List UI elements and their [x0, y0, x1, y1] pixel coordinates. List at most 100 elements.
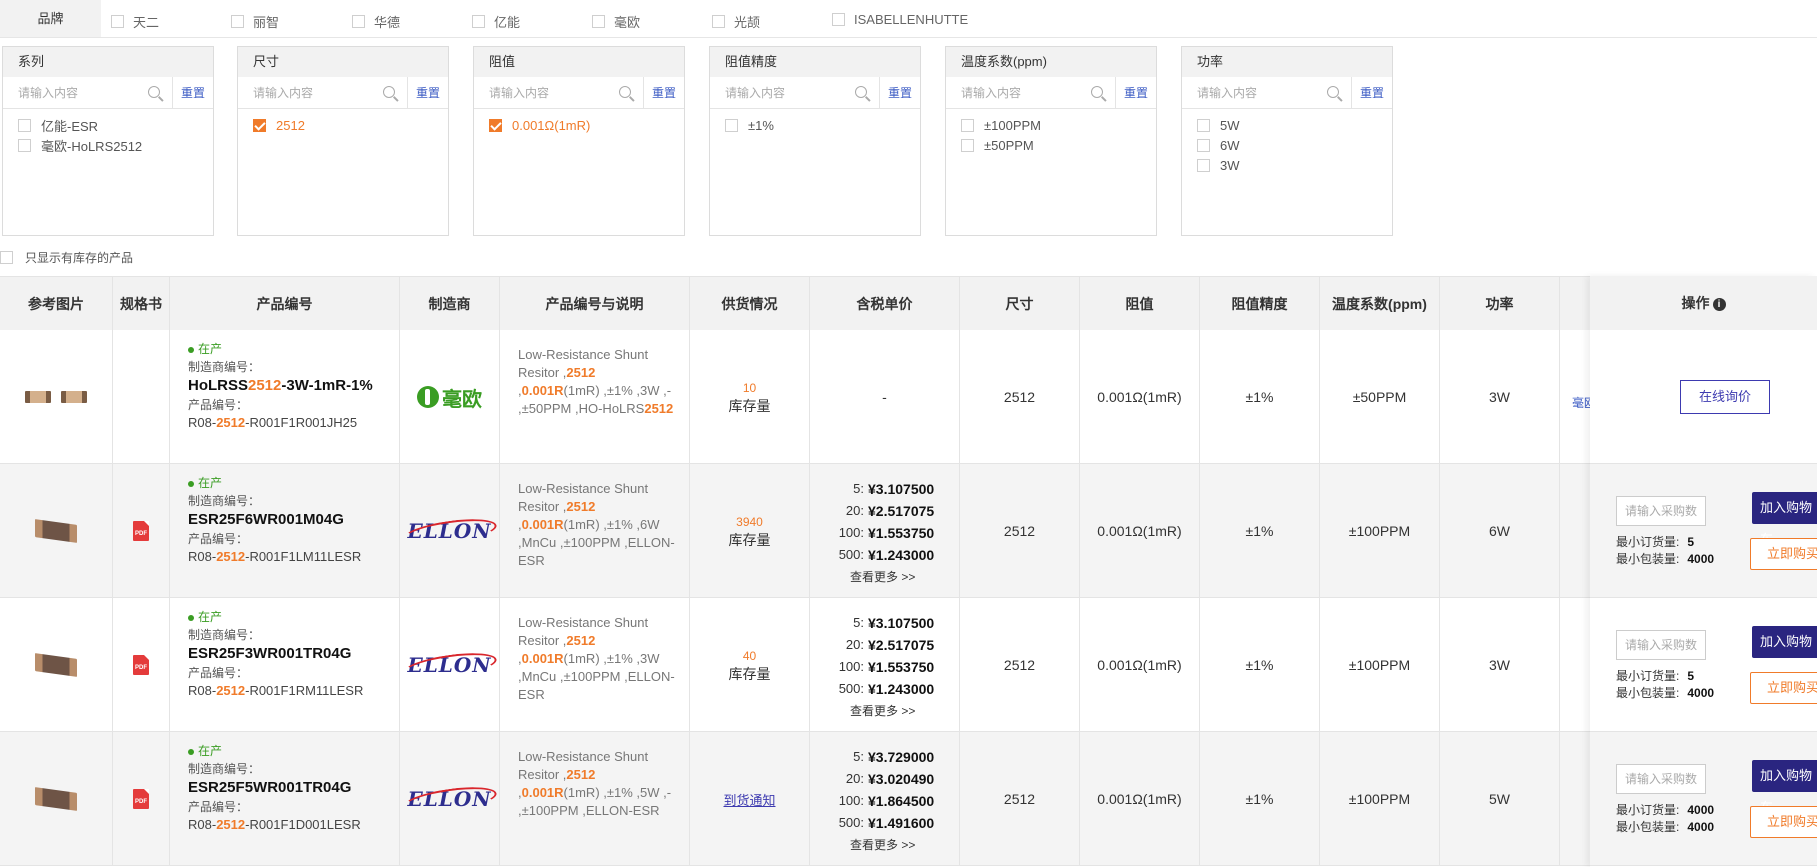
product-number[interactable]: R08-2512-R001F1RM11LESR: [188, 682, 399, 700]
checkbox[interactable]: [231, 15, 244, 28]
search-icon[interactable]: [1327, 86, 1339, 98]
brand-option[interactable]: 丽智: [231, 12, 279, 31]
brand-option[interactable]: ISABELLENHUTTE: [832, 12, 968, 27]
stock-unit: 库存量: [728, 532, 771, 548]
filter-reset-button[interactable]: 重置: [408, 77, 448, 108]
checkbox[interactable]: [1197, 158, 1210, 172]
brand-option[interactable]: 光颉: [712, 12, 760, 31]
filter-search-input[interactable]: 请输入内容: [3, 77, 173, 108]
brand-option[interactable]: 天二: [111, 12, 159, 31]
product-image: [35, 653, 77, 677]
manufacturer-part-number[interactable]: ESR25F3WR001TR04G: [188, 644, 399, 664]
filter-option[interactable]: 毫欧-HoLRS2512: [18, 135, 198, 155]
checkbox[interactable]: [352, 15, 365, 28]
filter-title: 温度系数(ppm): [946, 47, 1156, 77]
price-tier: 500: ¥1.243000: [838, 547, 935, 563]
quantity-input[interactable]: 请输入采购数: [1616, 630, 1706, 660]
filter-search-input[interactable]: 请输入内容: [238, 77, 408, 108]
pdf-icon[interactable]: PDF: [133, 789, 149, 809]
product-number[interactable]: R08-2512-R001F1LM11LESR: [188, 548, 399, 566]
checkbox[interactable]: [712, 15, 725, 28]
buy-now-button[interactable]: 立即购买: [1750, 672, 1817, 704]
price-tier: 20: ¥3.020490: [845, 771, 935, 787]
view-more-link[interactable]: 查看更多 >>: [810, 834, 959, 856]
manufacturer-logo[interactable]: ELLON: [407, 787, 491, 811]
manufacturer-part-number[interactable]: ESR25F5WR001TR04G: [188, 778, 399, 798]
filter-box: 阻值 请输入内容 重置 0.001Ω(1mR): [473, 46, 685, 236]
manufacturer-part-number[interactable]: ESR25F6WR001M04G: [188, 510, 399, 530]
inquire-button[interactable]: 在线询价: [1680, 380, 1770, 414]
filter-option[interactable]: 6W: [1197, 135, 1377, 155]
stock-cell: 40 库存量: [690, 598, 810, 732]
checkbox[interactable]: [725, 118, 738, 132]
filter-option[interactable]: 亿能-ESR: [18, 115, 198, 135]
filter-search-input[interactable]: 请输入内容: [1182, 77, 1352, 108]
view-more-link[interactable]: 查看更多 >>: [810, 566, 959, 588]
buy-now-button[interactable]: 立即购买: [1750, 806, 1817, 838]
quantity-input[interactable]: 请输入采购数: [1616, 496, 1706, 526]
filter-option[interactable]: ±50PPM: [961, 135, 1141, 155]
filter-option[interactable]: 5W: [1197, 115, 1377, 135]
filter-option[interactable]: ±100PPM: [961, 115, 1141, 135]
pdf-icon[interactable]: PDF: [133, 521, 149, 541]
brand-option[interactable]: 毫欧: [592, 12, 640, 31]
checkbox[interactable]: [111, 15, 124, 28]
filter-reset-button[interactable]: 重置: [1352, 77, 1392, 108]
filter-search-input[interactable]: 请输入内容: [946, 77, 1116, 108]
filter-option[interactable]: ±1%: [725, 115, 905, 135]
add-to-cart-button[interactable]: 加入购物车: [1752, 626, 1817, 681]
add-to-cart-button[interactable]: 加入购物车: [1752, 760, 1817, 815]
arrival-notify-link[interactable]: 到货通知: [723, 790, 775, 809]
search-icon[interactable]: [619, 86, 631, 98]
filter-reset-button[interactable]: 重置: [1116, 77, 1156, 108]
brand-option[interactable]: 华德: [352, 12, 400, 31]
price-cell: -: [810, 330, 960, 464]
brand-option[interactable]: 亿能: [472, 12, 520, 31]
filter-search-input[interactable]: 请输入内容: [474, 77, 644, 108]
checkbox[interactable]: [489, 118, 502, 132]
checkbox[interactable]: [592, 15, 605, 28]
search-icon[interactable]: [383, 86, 395, 98]
manufacturer-logo[interactable]: 毫欧: [417, 383, 482, 412]
quantity-input[interactable]: 请输入采购数: [1616, 764, 1706, 794]
manufacturer-logo[interactable]: ELLON: [407, 519, 491, 543]
search-icon[interactable]: [855, 86, 867, 98]
stock-cell: 10 库存量: [690, 330, 810, 464]
manufacturer-part-number[interactable]: HoLRSS2512-3W-1mR-1%: [188, 376, 399, 396]
tolerance-cell: ±1%: [1200, 598, 1320, 732]
checkbox[interactable]: [253, 118, 266, 132]
product-cell: 在产 制造商编号： ESR25F6WR001M04G 产品编号： R08-251…: [170, 464, 400, 598]
checkbox[interactable]: [0, 251, 13, 264]
filter-search-input[interactable]: 请输入内容: [710, 77, 880, 108]
checkbox[interactable]: [18, 138, 31, 152]
add-to-cart-button[interactable]: 加入购物车: [1752, 492, 1817, 547]
search-icon[interactable]: [148, 86, 160, 98]
product-number[interactable]: R08-2512-R001F1D001LESR: [188, 816, 399, 834]
filter-option[interactable]: 0.001Ω(1mR): [489, 115, 669, 135]
info-icon[interactable]: i: [1712, 297, 1726, 311]
checkbox[interactable]: [961, 138, 974, 152]
filter-option[interactable]: 3W: [1197, 155, 1377, 175]
checkbox[interactable]: [1197, 138, 1210, 152]
view-more-link[interactable]: 查看更多 >>: [810, 700, 959, 722]
filter-reset-button[interactable]: 重置: [880, 77, 920, 108]
pdf-icon[interactable]: PDF: [133, 655, 149, 675]
filter-reset-button[interactable]: 重置: [173, 77, 213, 108]
checkbox[interactable]: [472, 15, 485, 28]
checkbox[interactable]: [18, 118, 31, 132]
manufacturer-logo[interactable]: ELLON: [407, 653, 491, 677]
filter-reset-button[interactable]: 重置: [644, 77, 684, 108]
table-row: PDF 在产 制造商编号： ESR25F5WR001TR04G 产品编号： R0…: [0, 732, 1817, 866]
mfr-no-label: 制造商编号：: [188, 494, 261, 508]
filter-title: 尺寸: [238, 47, 448, 77]
checkbox[interactable]: [961, 118, 974, 132]
checkbox[interactable]: [1197, 118, 1210, 132]
filter-option[interactable]: 2512: [253, 115, 433, 135]
buy-now-button[interactable]: 立即购买: [1750, 538, 1817, 570]
search-icon[interactable]: [1091, 86, 1103, 98]
image-cell: [0, 732, 113, 866]
resistance-cell: 0.001Ω(1mR): [1080, 330, 1200, 464]
checkbox[interactable]: [832, 13, 845, 26]
stock-only-toggle[interactable]: 只显示有库存的产品: [0, 249, 133, 266]
product-number[interactable]: R08-2512-R001F1R001JH25: [188, 414, 399, 432]
